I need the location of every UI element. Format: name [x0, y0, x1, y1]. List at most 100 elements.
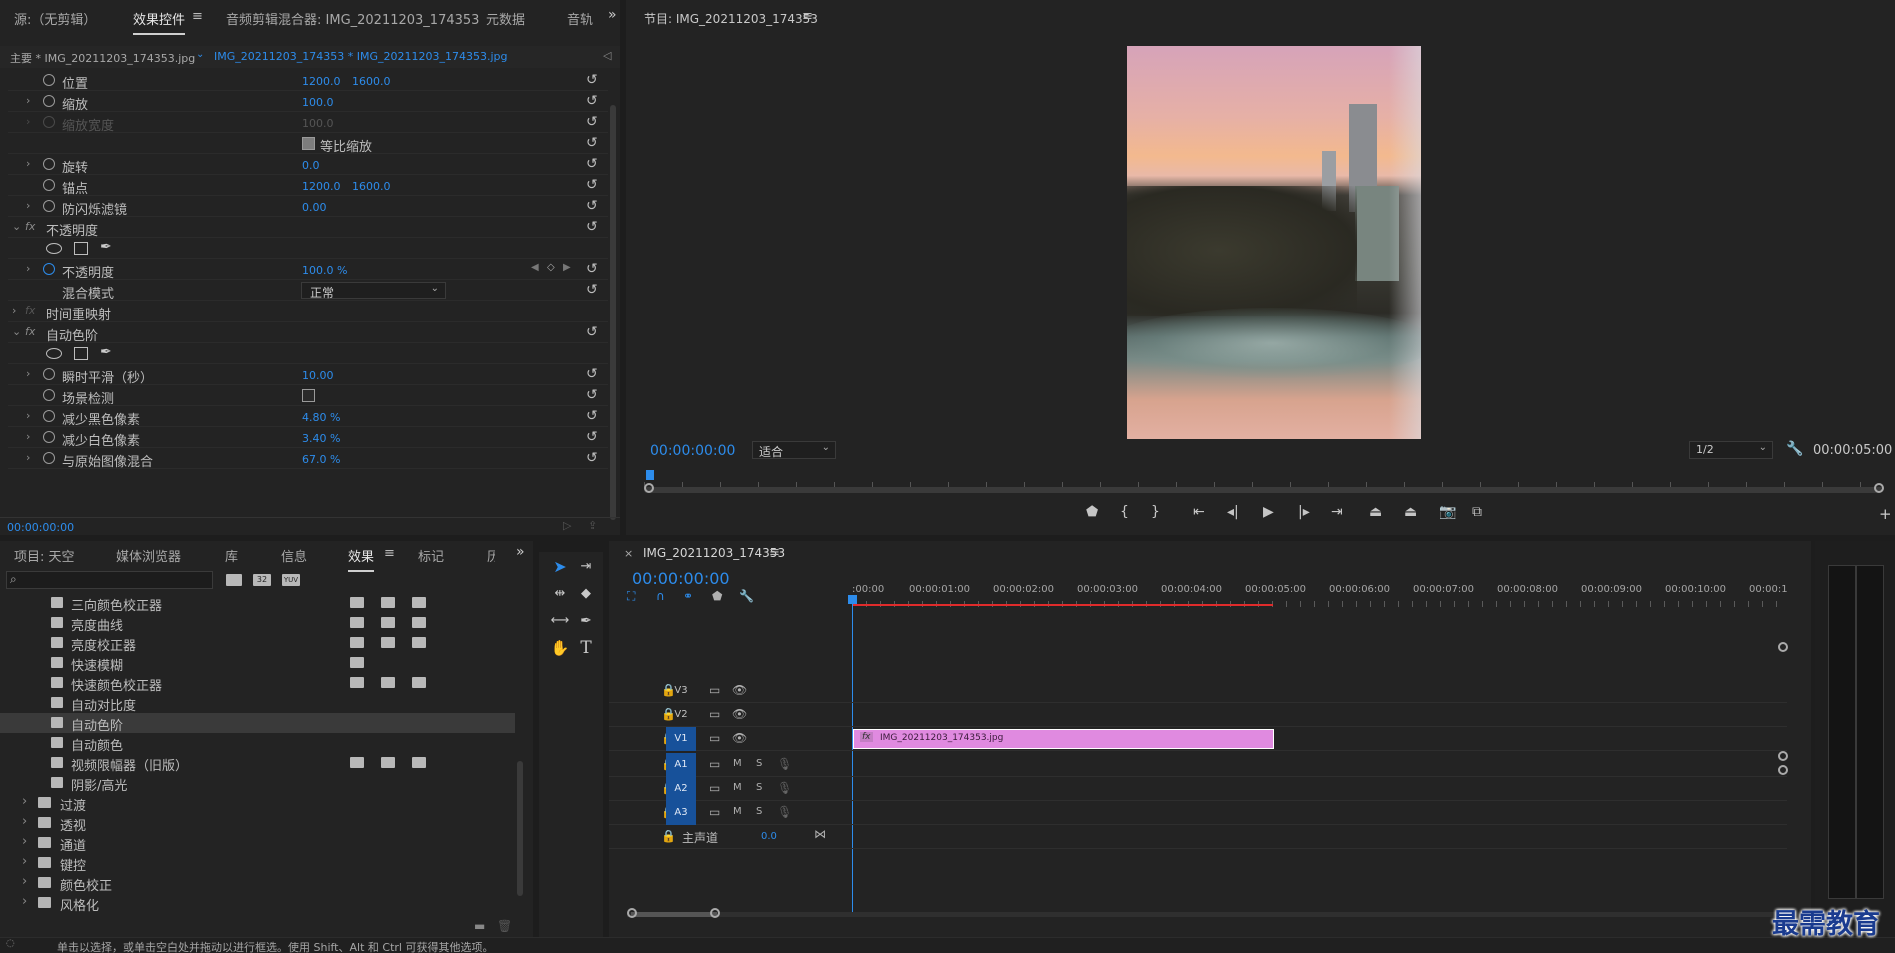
sync-lock-icon[interactable]: ▭: [709, 805, 720, 819]
sequence-tab[interactable]: IMG_20211203_174353: [643, 546, 785, 560]
yuv-filter-icon[interactable]: YUV: [282, 574, 300, 586]
program-timecode[interactable]: 00:00:00:00: [650, 443, 735, 459]
expand-chevron-icon[interactable]: ›: [22, 874, 27, 889]
pen-mask-icon[interactable]: ✒: [100, 344, 112, 360]
panel-menu-icon[interactable]: ≡: [384, 546, 395, 561]
scene-detect-checkbox[interactable]: [302, 389, 315, 402]
effect-list-item[interactable]: 亮度校正器: [0, 633, 515, 654]
solo-button[interactable]: S: [756, 758, 762, 769]
expand-chevron-icon[interactable]: ›: [12, 304, 16, 317]
expand-chevron-icon[interactable]: ›: [26, 409, 30, 422]
clip-fx-badge[interactable]: fx: [860, 732, 873, 742]
sync-lock-icon[interactable]: ▭: [709, 731, 720, 745]
tab-project[interactable]: 项目: 天空: [14, 546, 75, 565]
anchor-x-value[interactable]: 1200.0: [302, 180, 341, 193]
track-target-a1[interactable]: A1: [666, 753, 696, 777]
filter-icon[interactable]: ▷: [563, 519, 571, 532]
track-target-v1[interactable]: V1: [666, 727, 696, 751]
export-icon[interactable]: ⇪: [588, 519, 597, 532]
flicker-value[interactable]: 0.00: [302, 201, 327, 214]
expand-chevron-icon[interactable]: ›: [22, 854, 27, 869]
rotation-value[interactable]: 0.0: [302, 159, 320, 172]
wrench-icon[interactable]: 🔧: [739, 589, 754, 603]
expand-chevron-icon[interactable]: ›: [26, 199, 30, 212]
panel-menu-icon[interactable]: ≡: [769, 545, 780, 560]
reset-icon[interactable]: ↺: [586, 135, 598, 151]
chevron-down-icon[interactable]: ⌄: [196, 49, 204, 60]
track-target-v2[interactable]: V2: [666, 703, 696, 727]
effect-folder[interactable]: › 过渡: [0, 793, 515, 814]
prev-keyframe-icon[interactable]: ◀: [531, 262, 539, 273]
effect-auto-levels[interactable]: ⌄ fx 自动色阶 ↺: [8, 322, 608, 344]
black-clip-value[interactable]: 4.80 %: [302, 411, 340, 424]
eye-icon[interactable]: 👁: [732, 731, 747, 745]
reset-icon[interactable]: ↺: [586, 429, 598, 445]
fx-icon[interactable]: fx: [25, 220, 35, 233]
reset-icon[interactable]: ↺: [586, 177, 598, 193]
rectangle-mask-icon[interactable]: [74, 347, 88, 360]
effect-list-item[interactable]: 自动对比度: [0, 693, 515, 714]
rectangle-mask-icon[interactable]: [74, 242, 88, 255]
zoom-scrollbar[interactable]: [644, 487, 1882, 493]
step-forward-icon[interactable]: |▸: [1298, 504, 1310, 520]
effect-list-item[interactable]: 阴影/高光: [0, 773, 515, 794]
mute-button[interactable]: M: [733, 806, 742, 817]
reset-icon[interactable]: ↺: [586, 324, 598, 340]
stopwatch-icon[interactable]: [43, 74, 55, 86]
scale-value[interactable]: 100.0: [302, 96, 334, 109]
reset-icon[interactable]: ↺: [586, 156, 598, 172]
effect-list-item[interactable]: 视频限幅器（旧版）: [0, 753, 515, 774]
tab-source[interactable]: 源:（无剪辑）: [14, 9, 96, 28]
reset-icon[interactable]: ↺: [586, 261, 598, 277]
tab-history[interactable]: 历: [487, 546, 495, 565]
effect-controls-timecode[interactable]: 00:00:00:00: [7, 521, 74, 534]
effect-list-item[interactable]: 自动色阶: [0, 713, 515, 734]
effect-opacity[interactable]: ⌄ fx 不透明度 ↺: [8, 217, 608, 239]
accelerated-filter-icon[interactable]: [226, 574, 242, 586]
resolution-select[interactable]: 1/2 ⌄: [1689, 441, 1773, 459]
lift-icon[interactable]: ⏏: [1369, 504, 1382, 520]
playhead-marker[interactable]: [646, 470, 654, 480]
effect-list-item[interactable]: 三向颜色校正器: [0, 593, 515, 614]
overflow-chevron-icon[interactable]: »: [608, 7, 617, 23]
microphone-icon[interactable]: 🎙: [777, 757, 792, 771]
hscroll-handle-left[interactable]: [627, 908, 637, 918]
master-volume-value[interactable]: 0.0: [761, 831, 777, 842]
hscroll-handle-right[interactable]: [710, 908, 720, 918]
type-tool-icon[interactable]: T: [573, 636, 599, 660]
program-mini-ruler[interactable]: [644, 470, 1882, 488]
tab-media-browser[interactable]: 媒体浏览器: [116, 546, 181, 565]
sync-lock-icon[interactable]: ▭: [709, 757, 720, 771]
hand-tool-icon[interactable]: ✋: [547, 636, 573, 660]
anchor-y-value[interactable]: 1600.0: [352, 180, 391, 193]
work-area-bar[interactable]: [853, 604, 1273, 606]
effect-time-remap[interactable]: › fx 时间重映射: [8, 301, 608, 323]
add-marker-icon[interactable]: ⬟: [712, 589, 722, 603]
collapse-chevron-icon[interactable]: ⌄: [12, 325, 21, 338]
step-back-icon[interactable]: ◂|: [1227, 504, 1239, 520]
time-ruler[interactable]: :00:00 00:00:01:00 00:00:02:00 00:00:03:…: [852, 571, 1788, 609]
snap-icon[interactable]: ∩: [656, 589, 665, 603]
opacity-value[interactable]: 100.0 %: [302, 264, 347, 277]
stopwatch-icon[interactable]: [43, 389, 55, 401]
track-target-a2[interactable]: A2: [666, 777, 696, 801]
mark-out-icon[interactable]: }: [1151, 504, 1160, 520]
timeline-hscrollbar[interactable]: [627, 912, 1779, 917]
extract-icon[interactable]: ⏏: [1404, 504, 1417, 520]
stopwatch-icon[interactable]: [43, 410, 55, 422]
zoom-handle-left[interactable]: [644, 483, 654, 493]
selection-tool-icon[interactable]: ➤: [547, 555, 573, 579]
compare-icon[interactable]: ⧉: [1472, 504, 1482, 520]
microphone-icon[interactable]: 🎙: [777, 781, 792, 795]
effect-list-item[interactable]: 自动颜色: [0, 733, 515, 754]
tab-audio-track[interactable]: 音轨: [567, 9, 593, 28]
reset-icon[interactable]: ↺: [586, 387, 598, 403]
solo-button[interactable]: S: [756, 782, 762, 793]
expand-chevron-icon[interactable]: ›: [26, 115, 30, 128]
reset-icon[interactable]: ↺: [586, 72, 598, 88]
expand-chevron-icon[interactable]: ›: [22, 834, 27, 849]
expand-chevron-icon[interactable]: ›: [22, 894, 27, 909]
fx-icon[interactable]: fx: [25, 325, 35, 338]
reset-icon[interactable]: ↺: [586, 93, 598, 109]
close-icon[interactable]: ×: [624, 547, 633, 560]
